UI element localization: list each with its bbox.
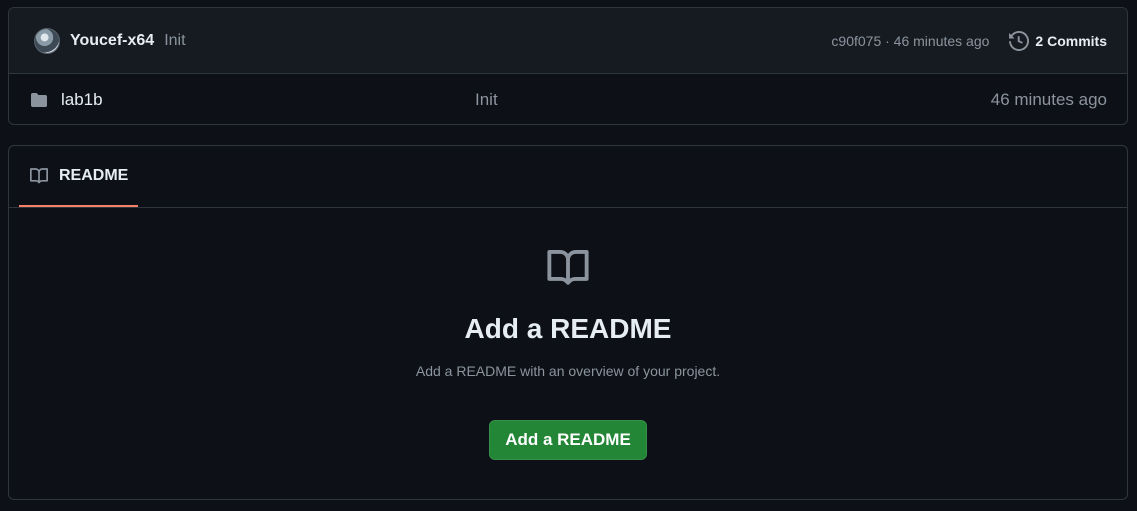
book-icon [30, 167, 49, 183]
empty-state-description: Add a README with an overview of your pr… [415, 363, 721, 379]
file-commit-message-link[interactable]: Init [475, 90, 498, 110]
readme-panel: README Add a README Add a README with an… [8, 145, 1128, 500]
add-readme-button[interactable]: Add a README [489, 420, 647, 460]
file-listing: Youcef-x64 Init c90f075 · 46 minutes ago… [8, 7, 1128, 125]
book-icon [547, 249, 589, 285]
tab-readme[interactable]: README [19, 146, 139, 207]
readme-empty-state: Add a README Add a README with an overvi… [9, 208, 1127, 460]
author-avatar[interactable] [34, 27, 60, 54]
file-commit-time: 46 minutes ago [990, 89, 1107, 109]
folder-icon [31, 92, 47, 107]
empty-state-title: Add a README [464, 313, 672, 344]
commit-message-link[interactable]: Init [164, 32, 185, 50]
file-row[interactable]: lab1b Init 46 minutes ago [9, 74, 1127, 124]
commits-count-label: 2 Commits [1035, 32, 1107, 49]
readme-tab-bar: README [9, 146, 1127, 208]
history-icon [1009, 30, 1030, 51]
file-name-link[interactable]: lab1b [61, 90, 475, 110]
latest-commit-bar: Youcef-x64 Init c90f075 · 46 minutes ago… [9, 8, 1127, 74]
commit-hash-time[interactable]: c90f075 · 46 minutes ago [831, 33, 989, 49]
commits-history-link[interactable]: 2 Commits [1009, 30, 1107, 51]
commit-author-link[interactable]: Youcef-x64 [70, 32, 154, 50]
tab-readme-label: README [59, 166, 129, 184]
